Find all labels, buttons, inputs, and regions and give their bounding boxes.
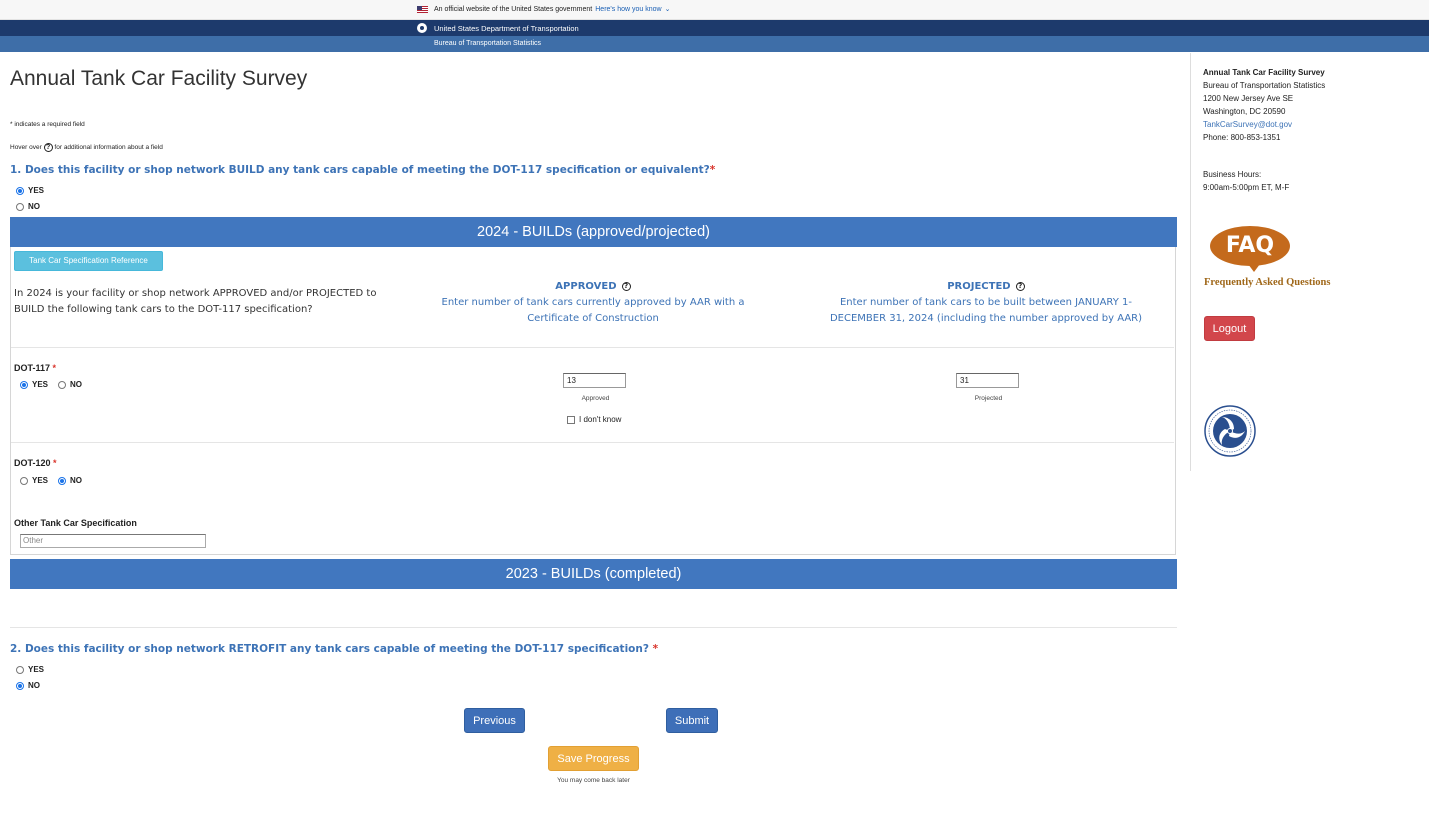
dot117-label: DOT-117 * [14, 363, 56, 373]
section-2024-header: 2024 - BUILDs (approved/projected) [10, 217, 1177, 247]
hours-value: 9:00am-5:00pm ET, M-F [1203, 183, 1290, 192]
required-mark: * [52, 363, 57, 373]
save-caption: You may come back later [557, 777, 630, 784]
q2-yes-label: YES [28, 665, 45, 674]
q2-yes-option[interactable]: YES [16, 665, 44, 674]
question-2: 2. Does this facility or shop network RE… [10, 643, 658, 655]
gov-banner: An official website of the United States… [0, 0, 1429, 20]
required-mark: * [709, 164, 716, 176]
required-mark: * [652, 643, 659, 655]
q1-yes-label: YES [28, 186, 45, 195]
dont-know-label: I don't know [579, 415, 622, 424]
sidebar-email-link[interactable]: TankCarSurvey@dot.gov [1203, 120, 1292, 129]
sidebar-title: Annual Tank Car Facility Survey [1203, 68, 1325, 77]
sidebar-phone: Phone: 800-853-1351 [1203, 133, 1281, 142]
projected-column-header: PROJECTED ? Enter number of tank cars to… [812, 279, 1160, 327]
q2-no-label: NO [28, 681, 40, 690]
question-2-text: 2. Does this facility or shop network RE… [10, 643, 649, 655]
dot-seal-icon [1204, 405, 1256, 457]
q2-no-radio[interactable] [16, 681, 24, 690]
q1-yes-radio[interactable] [16, 186, 24, 195]
approved-title: APPROVED [555, 281, 617, 292]
dot117-no-option[interactable]: NO [58, 380, 82, 389]
dot120-yes-label: YES [32, 476, 49, 485]
divider [11, 347, 1174, 348]
help-icon[interactable]: ? [621, 281, 631, 291]
dot120-label: DOT-120 * [14, 458, 57, 468]
q1-yes-option[interactable]: YES [16, 186, 44, 195]
dot120-yes-option[interactable]: YES [20, 476, 48, 485]
projected-caption: Projected [974, 395, 1003, 402]
hover-note-prefix: Hover over [10, 144, 42, 152]
approved-description: Enter number of tank cars currently appr… [441, 297, 745, 324]
contact-block: Annual Tank Car Facility Survey Bureau o… [1203, 66, 1325, 144]
dot117-label-text: DOT-117 [14, 363, 51, 373]
bts-header-bar: Bureau of Transportation Statistics [0, 36, 1429, 52]
q2-no-option[interactable]: NO [16, 681, 40, 690]
dot117-yes-label: YES [32, 380, 49, 389]
dot120-no-radio[interactable] [58, 476, 66, 485]
hours-label: Business Hours: [1203, 170, 1262, 179]
dot-logo-icon [417, 23, 427, 33]
sidebar-address1: 1200 New Jersey Ave SE [1203, 94, 1294, 103]
hover-note-suffix: for additional information about a field [54, 144, 163, 152]
other-spec-label: Other Tank Car Specification [14, 518, 137, 528]
dot117-no-radio[interactable] [58, 380, 66, 389]
business-hours: Business Hours: 9:00am-5:00pm ET, M-F [1203, 168, 1289, 194]
department-name[interactable]: United States Department of Transportati… [434, 24, 579, 33]
q1-no-label: NO [28, 202, 40, 211]
dot120-yes-radio[interactable] [20, 476, 28, 485]
sidebar-address2: Washington, DC 20590 [1203, 107, 1286, 116]
divider [11, 442, 1174, 443]
dot120-no-option[interactable]: NO [58, 476, 82, 485]
q1-no-radio[interactable] [16, 202, 24, 211]
official-site-text: An official website of the United States… [434, 5, 593, 13]
spec-reference-button[interactable]: Tank Car Specification Reference [14, 251, 163, 271]
help-icon[interactable]: ? [1015, 281, 1025, 291]
dot120-no-label: NO [70, 476, 82, 485]
us-flag-icon [417, 5, 428, 13]
required-note: * indicates a required field [10, 121, 85, 128]
faq-bubble-icon[interactable]: FAQ [1210, 226, 1290, 272]
section-2023-header: 2023 - BUILDs (completed) [10, 559, 1177, 589]
help-icon: ? [43, 143, 53, 152]
chevron-down-icon[interactable]: ⌄ [665, 5, 671, 13]
builds-intro: In 2024 is your facility or shop network… [14, 288, 377, 315]
dot-header-bar: United States Department of Transportati… [0, 20, 1429, 36]
dot117-no-label: NO [70, 380, 82, 389]
faq-link[interactable]: FAQ Frequently Asked Questions [1204, 226, 1344, 290]
dot117-yes-radio[interactable] [20, 380, 28, 389]
q2-yes-radio[interactable] [16, 665, 24, 674]
question-1-text: 1. Does this facility or shop network BU… [10, 164, 710, 176]
how-you-know-link[interactable]: Here's how you know [595, 6, 661, 13]
approved-column-header: APPROVED ? Enter number of tank cars cur… [428, 279, 758, 327]
dont-know-checkbox[interactable] [567, 415, 575, 424]
page-title: Annual Tank Car Facility Survey [10, 67, 308, 90]
previous-button[interactable]: Previous [464, 708, 525, 733]
question-1: 1. Does this facility or shop network BU… [10, 164, 715, 176]
other-spec-input[interactable]: Other [20, 534, 206, 548]
projected-description: Enter number of tank cars to be built be… [829, 297, 1143, 324]
save-progress-button[interactable]: Save Progress [548, 746, 639, 771]
required-mark: * [53, 458, 57, 468]
dot120-label-text: DOT-120 [14, 458, 51, 468]
dot117-yes-option[interactable]: YES [20, 380, 48, 389]
divider [10, 627, 1177, 628]
submit-button[interactable]: Submit [666, 708, 718, 733]
approved-count-input[interactable]: 13 [563, 373, 626, 388]
projected-count-input[interactable]: 31 [956, 373, 1019, 388]
q1-no-option[interactable]: NO [16, 202, 40, 211]
bureau-name[interactable]: Bureau of Transportation Statistics [434, 40, 541, 47]
hover-note: Hover over ? for additional information … [10, 143, 163, 152]
projected-title: PROJECTED [947, 281, 1011, 292]
faq-text[interactable]: Frequently Asked Questions [1204, 277, 1330, 288]
dont-know-option[interactable]: I don't know [567, 415, 621, 424]
sidebar-org: Bureau of Transportation Statistics [1203, 81, 1326, 90]
logout-button[interactable]: Logout [1204, 316, 1255, 341]
approved-caption: Approved [581, 395, 610, 402]
